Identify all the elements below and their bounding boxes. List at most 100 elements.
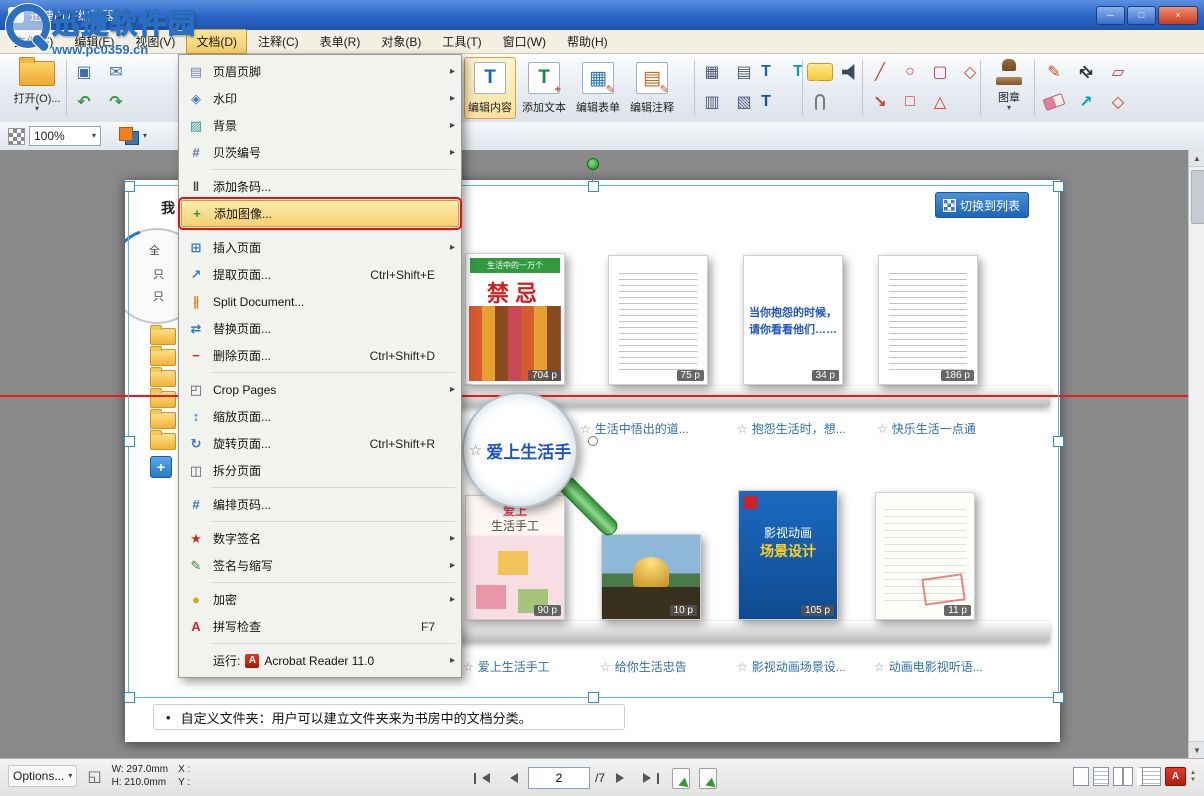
textbox-tool-icon[interactable]: T — [752, 58, 780, 86]
selection-handle-top-center[interactable] — [588, 181, 599, 192]
pentagon-tool-icon[interactable]: △ — [926, 88, 954, 116]
menu-item-number-pages[interactable]: #编排页码... — [181, 491, 459, 518]
stamp-button[interactable]: 图章 ▾ — [986, 56, 1032, 120]
edit-content-button[interactable]: T编辑内容 — [464, 57, 516, 119]
menu-item-background-icon: ▨ — [185, 118, 207, 134]
extract-page-quick-icon[interactable] — [699, 768, 717, 789]
menubar-item-9[interactable]: 帮助(H) — [557, 29, 618, 54]
open-caret-icon[interactable]: ▾ — [35, 106, 39, 112]
mail-icon[interactable]: ✉ — [102, 58, 130, 86]
open-button[interactable]: 打开(O)... ▾ — [6, 57, 68, 121]
stamp-caret-icon[interactable]: ▾ — [1007, 105, 1011, 111]
rect-tool-icon[interactable]: □ — [896, 88, 924, 116]
edit-shape-tool-icon[interactable]: ▱ — [1104, 58, 1132, 86]
selection-handle-bottom-left[interactable] — [124, 692, 135, 703]
scroll-down-icon[interactable]: ▼ — [1189, 741, 1204, 758]
color-caret-icon[interactable]: ▾ — [143, 133, 147, 139]
page-tile-1-icon[interactable]: ▦ — [698, 58, 726, 86]
page-tile-2-icon[interactable]: ▥ — [698, 88, 726, 116]
selection-handle-top-left[interactable] — [124, 181, 135, 192]
attachment-icon[interactable] — [806, 88, 834, 116]
menu-item-label: 旋转页面... — [213, 435, 271, 452]
menubar-item-1[interactable]: 编辑(E) — [64, 29, 124, 54]
menubar-item-3[interactable]: 文档(D) — [186, 29, 247, 54]
menu-item-split-pages[interactable]: ◫拆分页面 — [181, 457, 459, 484]
menu-item-bates-numbering[interactable]: #贝茨编号▸ — [181, 139, 459, 166]
distort-shape-tool-icon[interactable]: ◇ — [1104, 88, 1132, 116]
edit-comment-button[interactable]: ▤✎编辑注释 — [626, 57, 678, 119]
submenu-arrow-icon: ▸ — [443, 147, 455, 158]
continuous-view-button[interactable] — [1093, 767, 1109, 786]
menu-item-encrypt[interactable]: ●加密▸ — [181, 586, 459, 613]
menu-item-scale-pages[interactable]: ↕缩放页面... — [181, 403, 459, 430]
menu-item-replace-pages[interactable]: ⇄替换页面... — [181, 315, 459, 342]
first-page-button[interactable] — [470, 767, 494, 789]
measure-tool-icon[interactable]: ⇄ — [1066, 52, 1106, 92]
menubar-item-7[interactable]: 工具(T) — [432, 29, 491, 54]
undo-icon[interactable]: ↶ — [70, 88, 98, 116]
page-number-input[interactable] — [528, 767, 590, 789]
rotate-handle[interactable] — [587, 158, 599, 170]
menubar-item-6[interactable]: 对象(B) — [371, 29, 431, 54]
select-arrow-tool-icon[interactable]: ↗ — [1072, 88, 1100, 116]
menubar-item-0[interactable]: 文件(F) — [4, 29, 63, 54]
eraser-tool-icon[interactable] — [1040, 88, 1068, 116]
menu-item-rotate-pages[interactable]: ↻旋转页面...Ctrl+Shift+R — [181, 430, 459, 457]
zoom-combo[interactable]: 100% ▾ — [8, 126, 101, 146]
menu-item-run-acrobat[interactable]: 运行:AAcrobat Reader 11.0▸ — [181, 647, 459, 674]
menu-item-extract-pages[interactable]: ↗提取页面...Ctrl+Shift+E — [181, 261, 459, 288]
options-button[interactable]: Options... ▾ — [8, 765, 77, 787]
menu-item-crop-pages[interactable]: ◰Crop Pages▸ — [181, 376, 459, 403]
sticky-comment-icon[interactable] — [806, 58, 834, 86]
menubar-item-8[interactable]: 窗口(W) — [493, 29, 556, 54]
vertical-scrollbar[interactable]: ▲ ▼ — [1188, 150, 1204, 758]
selection-handle-bottom-right[interactable] — [1053, 692, 1064, 703]
scroll-up-icon[interactable]: ▲ — [1189, 150, 1204, 167]
add-text-button[interactable]: T+添加文本 — [518, 57, 570, 119]
acrobat-icon[interactable]: A — [1165, 767, 1186, 786]
menu-item-add-image[interactable]: +添加图像... — [181, 200, 459, 227]
menu-item-digital-signature[interactable]: ★数字签名▸ — [181, 525, 459, 552]
menu-item-delete-pages[interactable]: −删除页面...Ctrl+Shift+D — [181, 342, 459, 369]
menu-item-split-document[interactable]: ∦Split Document... — [181, 288, 459, 315]
menu-item-watermark[interactable]: ◈水印▸ — [181, 85, 459, 112]
arrow-tool-icon[interactable]: ↘ — [866, 88, 894, 116]
circle-tool-icon[interactable]: ○ — [896, 58, 924, 86]
typewriter-tool-icon[interactable]: T — [752, 88, 780, 116]
menubar-item-5[interactable]: 表单(R) — [310, 29, 371, 54]
line-tool-icon[interactable]: ╱ — [866, 58, 894, 86]
next-page-button[interactable] — [610, 767, 634, 789]
spin-down-icon[interactable]: ▼ — [1190, 777, 1196, 784]
maximize-button[interactable]: □ — [1127, 6, 1156, 25]
last-page-button[interactable] — [639, 767, 663, 789]
menu-item-spell-check[interactable]: A拼写检查F7 — [181, 613, 459, 640]
minimize-button[interactable]: ─ — [1096, 6, 1125, 25]
fill-color-swatch[interactable] — [119, 127, 139, 145]
preview-icon[interactable]: ▣ — [70, 58, 98, 86]
scrollbar-thumb[interactable] — [1191, 170, 1204, 224]
single-page-view-button[interactable] — [1073, 767, 1089, 786]
menubar-item-2[interactable]: 视图(V) — [125, 29, 185, 54]
insert-page-quick-icon[interactable] — [672, 768, 690, 789]
previous-page-button[interactable] — [499, 767, 523, 789]
selection-handle-mid-right[interactable] — [1053, 436, 1064, 447]
close-button[interactable]: × — [1158, 6, 1198, 25]
selection-handle-mid-left[interactable] — [124, 436, 135, 447]
edit-form-button[interactable]: ▦✎编辑表单 — [572, 57, 624, 119]
zoom-caret-icon[interactable]: ▾ — [92, 133, 96, 139]
selection-handle-top-right[interactable] — [1053, 181, 1064, 192]
facing-view-button[interactable] — [1113, 767, 1133, 786]
menu-item-header-footer[interactable]: ▤页眉页脚▸ — [181, 58, 459, 85]
menu-item-label: 数字签名 — [213, 530, 261, 547]
menu-item-background[interactable]: ▨背景▸ — [181, 112, 459, 139]
menu-item-insert-pages[interactable]: ⊞插入页面▸ — [181, 234, 459, 261]
continuous-facing-view-button[interactable] — [1137, 767, 1161, 786]
spin-up-icon[interactable]: ▲ — [1190, 770, 1196, 777]
menu-item-sign-initials[interactable]: ✎签名与缩写▸ — [181, 552, 459, 579]
pencil-tool-icon[interactable]: ✎ — [1040, 58, 1068, 86]
menu-item-add-barcode[interactable]: ‖添加条码... — [181, 173, 459, 200]
rounded-rect-tool-icon[interactable]: ▢ — [926, 58, 954, 86]
selection-handle-bottom-center[interactable] — [588, 692, 599, 703]
menubar-item-4[interactable]: 注释(C) — [248, 29, 309, 54]
redo-icon[interactable]: ↷ — [102, 88, 130, 116]
